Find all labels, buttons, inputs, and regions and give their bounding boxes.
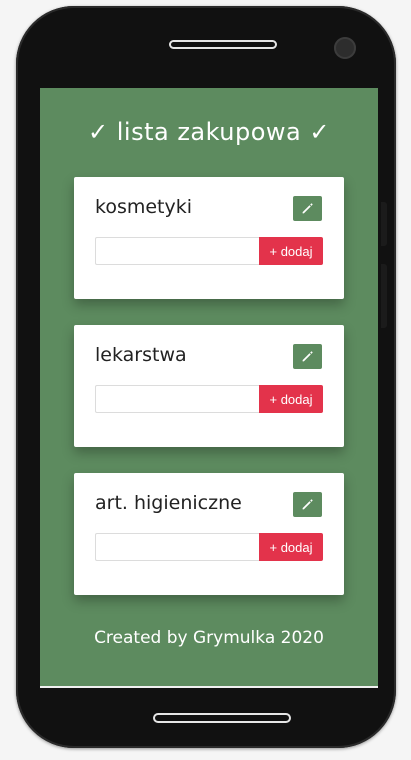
pencil-icon — [302, 351, 313, 362]
list-title: lekarstwa — [95, 344, 187, 366]
list-card-kosmetyki: kosmetyki + dodaj — [74, 177, 344, 299]
app-screen: ✓ lista zakupowa ✓ kosmetyki + dodaj lek… — [40, 88, 378, 688]
add-item-button[interactable]: + dodaj — [259, 385, 323, 413]
phone-home-bar[interactable] — [153, 713, 291, 723]
list-title: art. higieniczne — [95, 492, 242, 514]
pencil-icon — [302, 203, 313, 214]
edit-list-button[interactable] — [293, 196, 322, 221]
phone-speaker — [169, 40, 277, 49]
pencil-icon — [302, 499, 313, 510]
edit-list-button[interactable] — [293, 344, 322, 369]
list-card-art-higieniczne: art. higieniczne + dodaj — [74, 473, 344, 595]
page-title: ✓ lista zakupowa ✓ — [88, 118, 330, 146]
list-title: kosmetyki — [95, 196, 193, 218]
item-input[interactable] — [95, 533, 259, 561]
phone-side-button-top — [381, 202, 387, 246]
edit-list-button[interactable] — [293, 492, 322, 517]
item-input[interactable] — [95, 237, 259, 265]
add-item-button[interactable]: + dodaj — [259, 237, 323, 265]
phone-camera — [334, 37, 356, 59]
phone-side-button-bottom — [381, 264, 387, 328]
footer-credit: Created by Grymulka 2020 — [94, 628, 324, 648]
list-card-lekarstwa: lekarstwa + dodaj — [74, 325, 344, 447]
item-input[interactable] — [95, 385, 259, 413]
add-item-button[interactable]: + dodaj — [259, 533, 323, 561]
